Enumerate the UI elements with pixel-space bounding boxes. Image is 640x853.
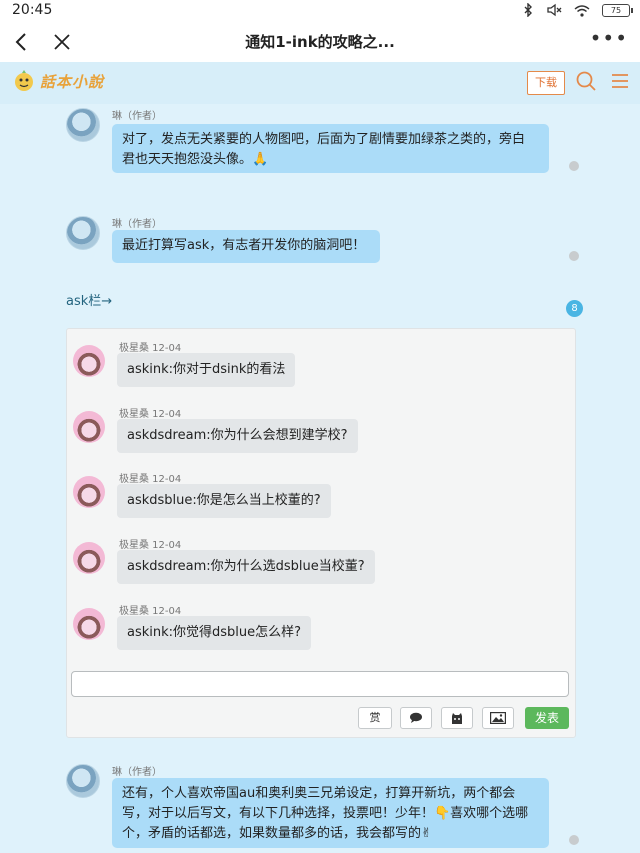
comment-count-badge[interactable]: 8 — [566, 300, 583, 317]
page-title: 通知1-ink的攻略之... — [245, 33, 395, 51]
send-button[interactable]: 发表 — [525, 707, 569, 729]
comment-user: 极星桑 12-04 — [119, 606, 182, 617]
list-item: 极星桑 12-04 askink:你觉得dsblue怎么样? — [67, 602, 575, 664]
message-line: 写，对于以后写文，有以下几种选择，投票吧！少年！👇喜欢哪个选哪 — [122, 806, 529, 821]
bluetooth-icon — [524, 3, 532, 17]
speech-bubble-icon — [410, 712, 422, 723]
author-name: 琳（作者） — [112, 767, 162, 778]
comment-bubble: askdsdream:你为什么选dsblue当校董? — [117, 550, 375, 584]
comment-button[interactable] — [400, 707, 432, 729]
site-header: 話本小說 下载 — [0, 62, 640, 104]
author-name: 琳（作者） — [112, 219, 162, 230]
wifi-icon — [574, 4, 590, 17]
comment-dot[interactable] — [569, 835, 579, 845]
avatar[interactable] — [66, 108, 100, 142]
more-options-icon[interactable]: ••• — [590, 26, 628, 50]
avatar[interactable] — [73, 345, 105, 377]
avatar[interactable] — [73, 411, 105, 443]
menu-icon[interactable] — [611, 72, 629, 90]
message-bubble: 对了，发点无关紧要的人物图吧，后面为了剧情要加绿茶之类的，旁白 君也天天抱怨没头… — [112, 124, 549, 173]
message-line: 君也天天抱怨没头像。🙏 — [122, 152, 269, 167]
reward-button[interactable]: 赏 — [358, 707, 392, 729]
mute-icon — [547, 3, 562, 17]
avatar[interactable] — [73, 476, 105, 508]
system-icons: 75 — [522, 3, 633, 17]
message-bubble: 还有，个人喜欢帝国au和奥利奥三兄弟设定，打算开新坑，两个都会 写，对于以后写文… — [112, 778, 549, 848]
message-bubble: 最近打算写ask，有志者开发你的脑洞吧！ — [112, 230, 380, 263]
message-line: 最近打算写ask，有志者开发你的脑洞吧！ — [122, 238, 366, 253]
comment-bubble: askink:你对于dsink的看法 — [117, 353, 296, 387]
message-line: 个，矛盾的话都选，如果数量都多的话，我会都写的✌ — [122, 826, 432, 841]
comment-bubble: askdsdream:你为什么会想到建学校? — [117, 419, 358, 453]
message-line: 对了，发点无关紧要的人物图吧，后面为了剧情要加绿茶之类的，旁白 — [122, 132, 526, 147]
comment-user: 极星桑 12-04 — [119, 343, 182, 354]
chapter-content: 琳（作者） 对了，发点无关紧要的人物图吧，后面为了剧情要加绿茶之类的，旁白 君也… — [0, 104, 640, 853]
comment-dot[interactable] — [569, 251, 579, 261]
list-item: 极星桑 12-04 askink:你对于dsink的看法 — [67, 339, 575, 401]
github-button[interactable] — [441, 707, 473, 729]
status-time: 20:45 — [12, 2, 53, 18]
top-nav-bar: 通知1-ink的攻略之... ••• — [0, 22, 640, 62]
logo-mascot-icon — [15, 70, 33, 91]
list-item: 极星桑 12-04 askdsblue:你是怎么当上校董的? — [67, 470, 575, 532]
comment-user: 极星桑 12-04 — [119, 474, 182, 485]
search-icon[interactable] — [575, 70, 597, 92]
list-item: 极星桑 12-04 askdsdream:你为什么会想到建学校? — [67, 405, 575, 467]
cat-icon — [452, 712, 462, 724]
avatar[interactable] — [66, 764, 100, 798]
comment-bubble: askdsblue:你是怎么当上校董的? — [117, 484, 331, 518]
comment-user: 极星桑 12-04 — [119, 540, 182, 551]
comment-user: 极星桑 12-04 — [119, 409, 182, 420]
status-bar: 20:45 75 — [0, 0, 640, 22]
comment-bubble: askink:你觉得dsblue怎么样? — [117, 616, 312, 650]
comment-dot[interactable] — [569, 161, 579, 171]
author-name: 琳（作者） — [112, 111, 162, 122]
avatar[interactable] — [73, 542, 105, 574]
download-button[interactable]: 下载 — [527, 71, 565, 95]
back-arrow-icon[interactable] — [10, 30, 34, 54]
battery-icon: 75 — [602, 3, 633, 17]
comment-input[interactable] — [71, 671, 569, 697]
close-icon[interactable] — [50, 30, 74, 54]
site-logo[interactable]: 話本小說 — [12, 70, 104, 92]
ask-link[interactable]: ask栏→ — [66, 290, 112, 309]
logo-text: 話本小說 — [40, 72, 105, 91]
list-item: 极星桑 12-04 askdsdream:你为什么选dsblue当校董? — [67, 536, 575, 598]
avatar[interactable] — [66, 216, 100, 250]
ask-comment-box: 极星桑 12-04 askink:你对于dsink的看法 极星桑 12-04 a… — [66, 328, 576, 738]
image-button[interactable] — [482, 707, 514, 729]
avatar[interactable] — [73, 608, 105, 640]
image-icon — [490, 712, 506, 724]
message-line: 还有，个人喜欢帝国au和奥利奥三兄弟设定，打算开新坑，两个都会 — [122, 786, 516, 801]
